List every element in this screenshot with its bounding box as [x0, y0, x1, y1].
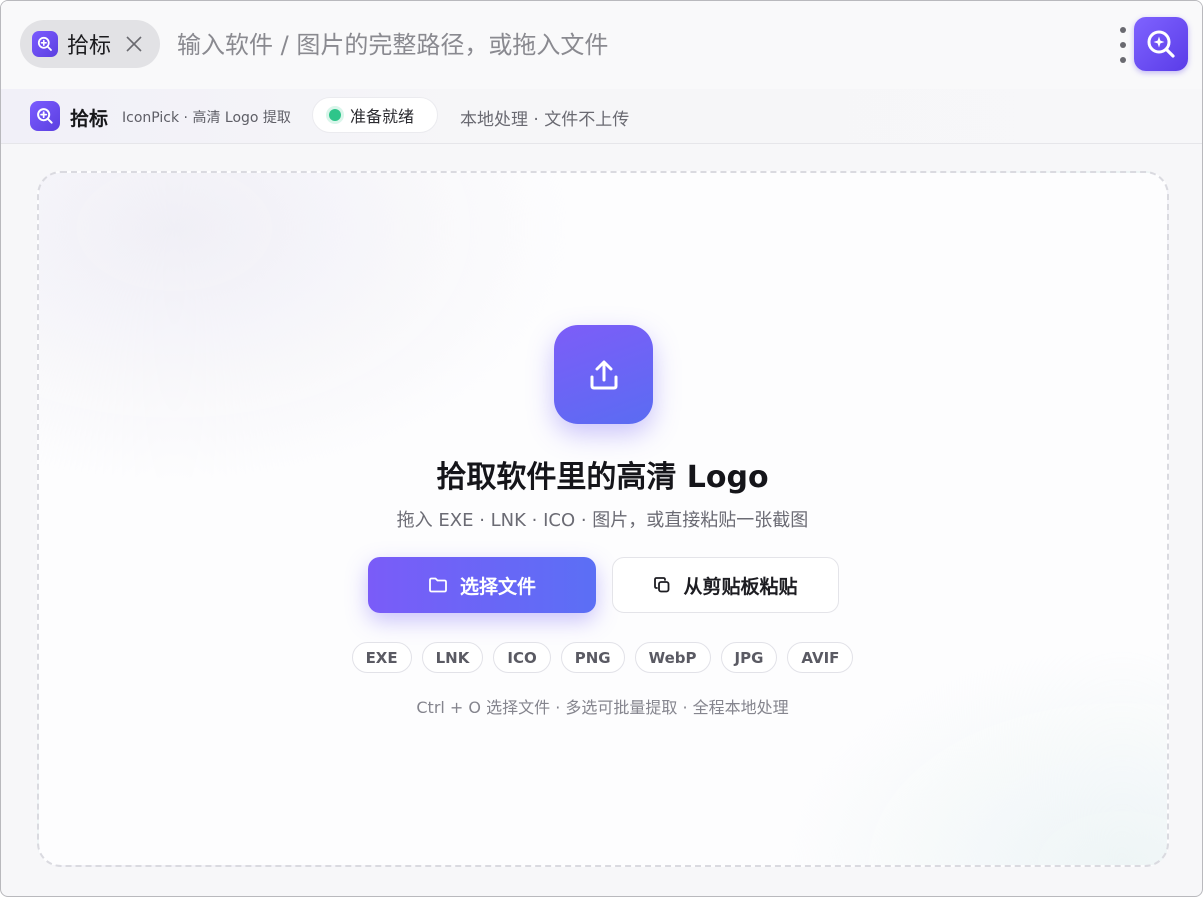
select-file-button[interactable]: 选择文件 — [368, 557, 596, 613]
app-window: 拾标 输入软件 / 图片的完整路径，或拖入文件 拾标 IconPick · 高清… — [0, 0, 1203, 897]
app-name: 拾标 — [70, 108, 109, 130]
paste-clipboard-button[interactable]: 从剪贴板粘贴 — [612, 557, 839, 613]
format-chip: EXE — [351, 642, 412, 673]
format-chip: WebP — [634, 642, 711, 673]
app-header: 拾标 IconPick · 高清 Logo 提取 准备就绪 本地处理 · 文件不… — [1, 89, 1202, 144]
supported-formats: EXE LNK ICO PNG WebP JPG AVIF — [1, 642, 1202, 673]
app-logo-icon — [30, 101, 60, 131]
search-bar: 拾标 — [1, 1, 1202, 89]
search-input[interactable] — [177, 23, 1077, 67]
status-badge: 准备就绪 — [312, 97, 438, 133]
upload-icon — [554, 325, 653, 424]
search-tag-label: 拾标 — [67, 34, 112, 59]
app-subtitle: IconPick · 高清 Logo 提取 — [122, 110, 291, 126]
format-chip: ICO — [493, 642, 551, 673]
format-chip: AVIF — [787, 642, 854, 673]
paste-clipboard-label: 从剪贴板粘贴 — [683, 575, 798, 598]
close-icon[interactable] — [123, 33, 145, 55]
more-vertical-icon[interactable] — [1113, 27, 1133, 63]
format-chip: JPG — [720, 642, 778, 673]
status-text: 准备就绪 — [350, 107, 415, 126]
page-subtitle: 拖入 EXE · LNK · ICO · 图片，或直接粘贴一张截图 — [396, 510, 809, 531]
folder-icon — [428, 576, 448, 594]
status-dot-icon — [329, 109, 341, 121]
search-scope-tag[interactable]: 拾标 — [20, 20, 160, 68]
format-chip: PNG — [560, 642, 625, 673]
select-file-label: 选择文件 — [459, 575, 536, 598]
format-chip: LNK — [421, 642, 484, 673]
app-launcher-icon[interactable] — [1134, 17, 1188, 71]
keyboard-hint: Ctrl + O 选择文件 · 多选可批量提取 · 全程本地处理 — [416, 698, 789, 717]
copy-icon — [653, 576, 671, 594]
magnifier-plus-icon — [32, 31, 58, 57]
page-title: 拾取软件里的高清 Logo — [436, 460, 769, 495]
privacy-note: 本地处理 · 文件不上传 — [460, 110, 630, 130]
